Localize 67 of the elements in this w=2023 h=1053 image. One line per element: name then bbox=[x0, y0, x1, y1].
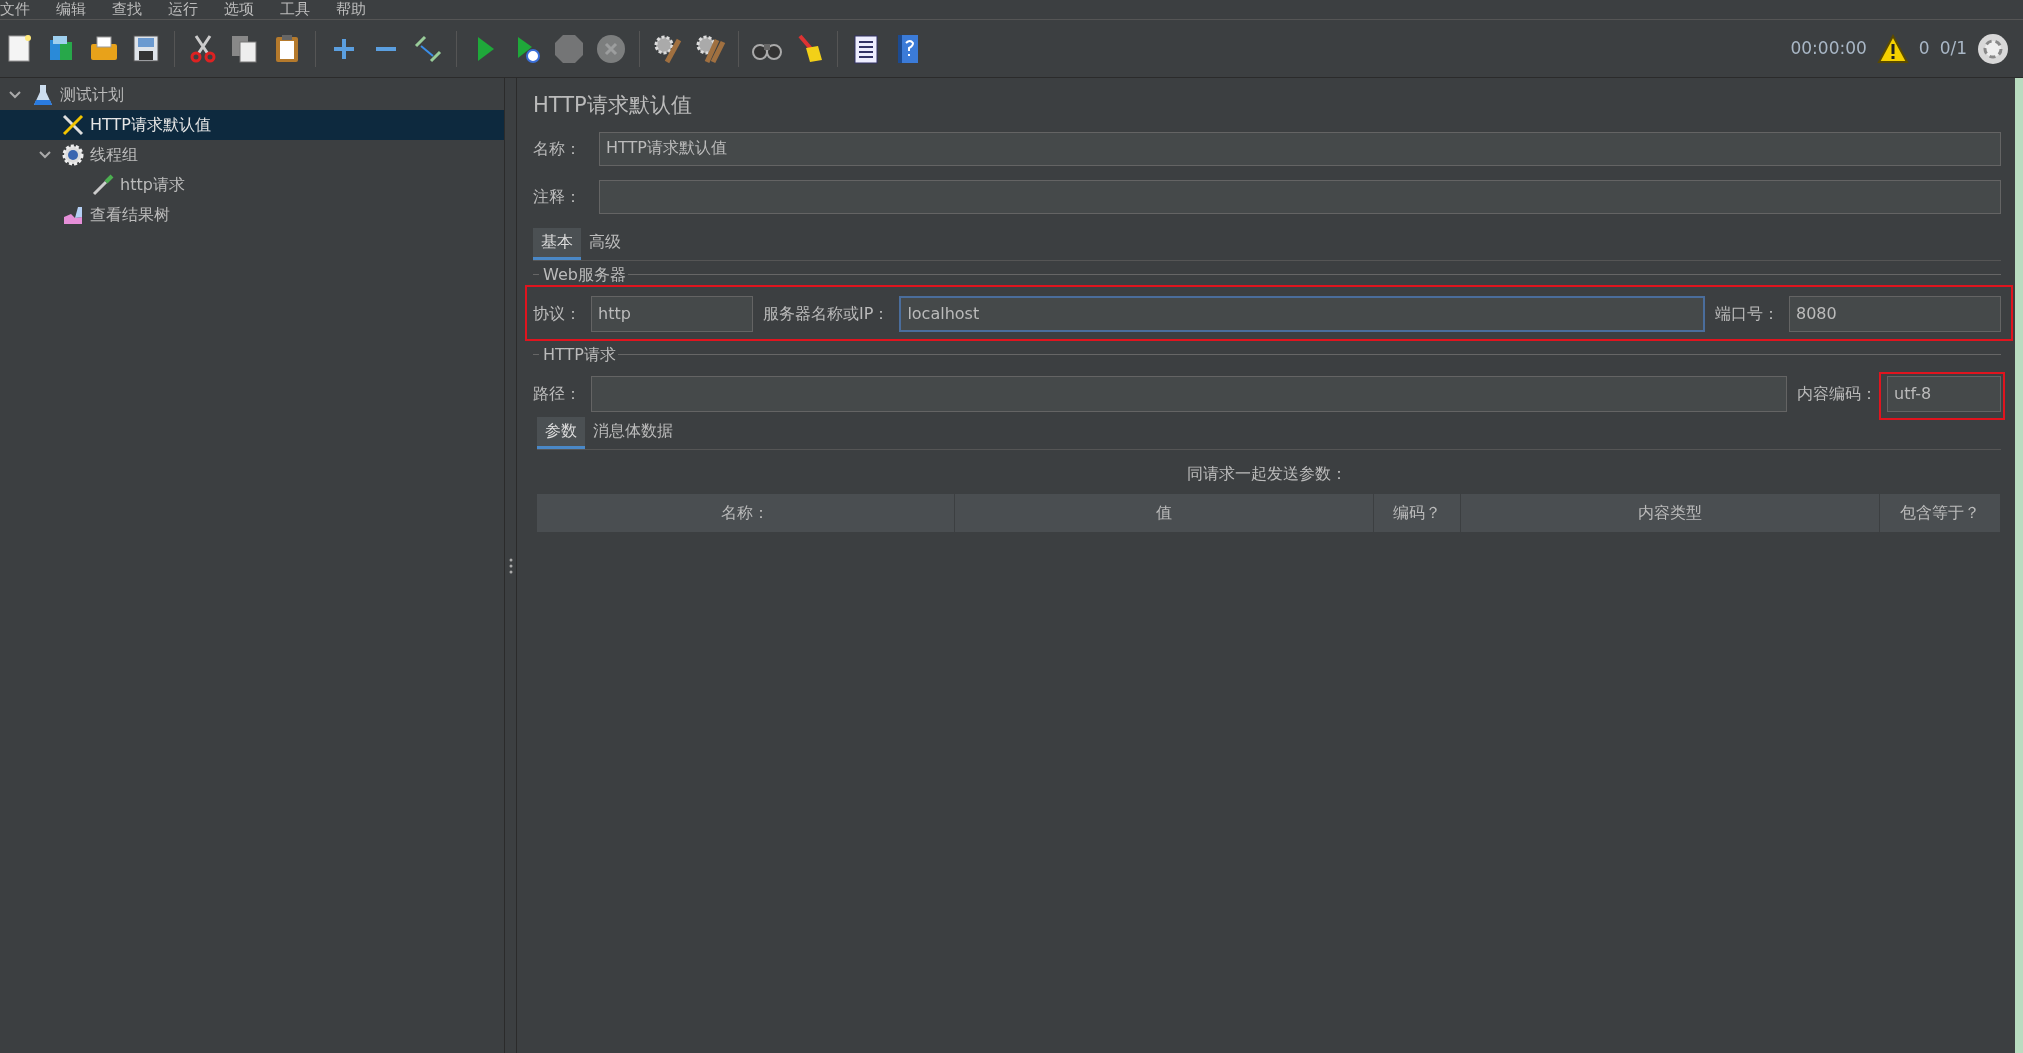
menu-item[interactable]: 编辑 bbox=[56, 0, 86, 21]
help-book-icon[interactable] bbox=[898, 34, 918, 63]
elapsed-time: 00:00:00 bbox=[1790, 36, 1867, 60]
warning-icon[interactable] bbox=[1876, 33, 1909, 64]
folder-icon[interactable] bbox=[91, 36, 117, 60]
gear-broom-icon[interactable] bbox=[696, 35, 726, 64]
page-icon[interactable] bbox=[8, 34, 31, 61]
encoding-field[interactable]: utf-8 bbox=[1887, 375, 2001, 412]
column-header[interactable]: 内容类型 bbox=[1460, 493, 1880, 532]
scissors-icon[interactable] bbox=[190, 34, 216, 62]
name-field[interactable]: HTTP请求默认值 bbox=[599, 131, 2001, 166]
group-label: HTTP请求 bbox=[542, 343, 617, 366]
pipette-icon bbox=[90, 173, 116, 197]
field-label: 注释： bbox=[533, 185, 582, 208]
field-label: 服务器名称或IP： bbox=[763, 302, 890, 325]
protocol-field[interactable]: http bbox=[591, 295, 753, 332]
error-count: 0 bbox=[1918, 36, 1930, 60]
tab[interactable]: 高级 bbox=[581, 227, 629, 260]
chevron-down-icon[interactable] bbox=[38, 150, 52, 160]
broom-icon[interactable] bbox=[798, 34, 822, 62]
field-label: 内容编码： bbox=[1797, 382, 1877, 405]
tab[interactable]: 基本 bbox=[533, 227, 581, 260]
tab[interactable]: 参数 bbox=[537, 416, 585, 449]
thread-count: 0/1 bbox=[1939, 36, 1967, 60]
path-field[interactable] bbox=[591, 375, 1787, 412]
plus-icon[interactable] bbox=[332, 36, 356, 61]
column-header[interactable]: 包含等于？ bbox=[1879, 493, 2001, 532]
minus-icon[interactable] bbox=[376, 46, 396, 51]
binoculars-icon[interactable] bbox=[752, 43, 782, 60]
pencils-icon[interactable] bbox=[414, 35, 442, 62]
field-label: 端口号： bbox=[1715, 302, 1779, 325]
tab[interactable]: 消息体数据 bbox=[585, 416, 681, 449]
play-clock-icon[interactable] bbox=[518, 36, 540, 63]
tree-item[interactable]: http请求 bbox=[0, 170, 504, 200]
menu-item[interactable]: 工具 bbox=[280, 0, 310, 21]
clipboard-icon[interactable] bbox=[276, 34, 298, 62]
comment-field[interactable] bbox=[599, 179, 2001, 214]
menu-item[interactable]: 文件 bbox=[0, 0, 30, 21]
group-label: Web服务器 bbox=[542, 263, 627, 286]
table-caption: 同请求一起发送参数： bbox=[1187, 462, 1347, 485]
column-header[interactable]: 编码？ bbox=[1374, 493, 1461, 532]
wrench-screwdriver-icon bbox=[60, 113, 86, 137]
menu-item[interactable]: 选项 bbox=[224, 0, 254, 21]
field-label: 协议： bbox=[533, 302, 581, 325]
column-header[interactable]: 名称： bbox=[537, 493, 955, 532]
menu-item[interactable]: 运行 bbox=[168, 0, 198, 21]
server-field[interactable]: localhost bbox=[899, 295, 1705, 332]
tree-item[interactable]: 查看结果树 bbox=[0, 200, 504, 230]
gear-icon bbox=[60, 143, 86, 167]
chevron-down-icon[interactable] bbox=[8, 90, 22, 100]
tree-item[interactable]: 测试计划 bbox=[0, 80, 504, 110]
column-header[interactable]: 值 bbox=[954, 493, 1375, 532]
menu-item[interactable]: 帮助 bbox=[336, 0, 366, 21]
remote-status-icon bbox=[1977, 32, 2009, 65]
field-label: 路径： bbox=[533, 382, 581, 405]
book-stack-icon[interactable] bbox=[50, 35, 72, 60]
port-field[interactable]: 8080 bbox=[1789, 295, 2001, 332]
panel-title: HTTP请求默认值 bbox=[533, 92, 693, 119]
menu-item[interactable]: 查找 bbox=[112, 0, 142, 21]
tree-item[interactable]: HTTP请求默认值 bbox=[0, 110, 504, 140]
list-icon[interactable] bbox=[854, 35, 878, 63]
copy-icon[interactable] bbox=[232, 35, 257, 62]
gear-broom-icon[interactable] bbox=[654, 35, 682, 63]
play-icon[interactable] bbox=[478, 36, 494, 61]
field-label: 名称： bbox=[533, 137, 582, 160]
splitter-handle[interactable] bbox=[508, 556, 513, 575]
tree-item[interactable]: 线程组 bbox=[0, 140, 504, 170]
